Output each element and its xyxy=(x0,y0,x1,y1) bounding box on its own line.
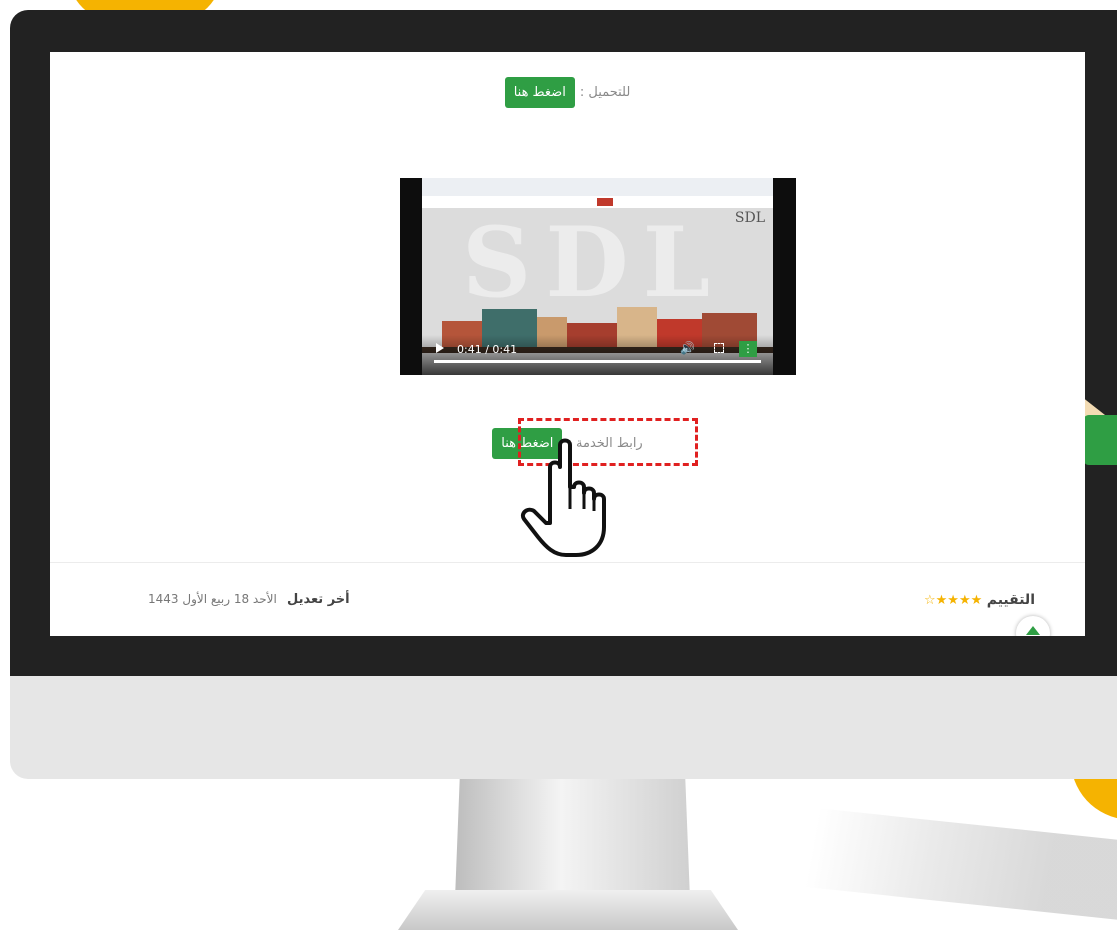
download-row: للتحميل : اضغط هنا xyxy=(50,77,1085,108)
video-watermark-letters: SDL xyxy=(462,206,725,319)
rating-section: التقييم ★★★★☆ xyxy=(924,592,1035,608)
sdl-logo: SDL xyxy=(735,210,765,226)
last-edit-section: أخر تعديل الأحد 18 ربيع الأول 1443 xyxy=(148,592,350,607)
rating-label: التقييم xyxy=(986,592,1035,608)
download-label: للتحميل : xyxy=(579,85,631,100)
floor-shadow xyxy=(740,800,1117,920)
video-browser-bar xyxy=(422,178,773,197)
play-icon[interactable] xyxy=(436,343,444,353)
browser-screen: للتحميل : اضغط هنا SDL SDL 0:41 / 0:41 🔊 xyxy=(50,52,1085,636)
last-edit-value: الأحد 18 ربيع الأول 1443 xyxy=(148,592,277,606)
last-edit-label: أخر تعديل xyxy=(286,592,350,607)
hand-pointer-icon xyxy=(521,438,606,557)
fullscreen-icon[interactable] xyxy=(714,343,724,353)
volume-icon[interactable]: 🔊 xyxy=(680,341,695,355)
download-button[interactable]: اضغط هنا xyxy=(504,77,575,108)
monitor-stand-base xyxy=(398,890,738,930)
video-time: 0:41 / 0:41 xyxy=(457,343,518,356)
video-frame: SDL SDL 0:41 / 0:41 🔊 ⋮ xyxy=(422,178,773,375)
arrow-up-icon xyxy=(1026,626,1040,635)
monitor-chin xyxy=(10,676,1117,779)
star-icon: ★★★★☆ xyxy=(924,593,983,608)
video-player[interactable]: SDL SDL 0:41 / 0:41 🔊 ⋮ xyxy=(400,178,796,375)
video-progress-bar[interactable] xyxy=(434,360,761,363)
content-divider xyxy=(50,562,1085,563)
video-nav-active-item xyxy=(597,198,613,206)
sdl-logo-text: SDL xyxy=(734,210,765,226)
video-controls: 0:41 / 0:41 🔊 ⋮ xyxy=(422,335,773,375)
scroll-to-top-button[interactable] xyxy=(1016,616,1050,636)
monitor-stand-neck xyxy=(455,779,690,899)
more-icon[interactable]: ⋮ xyxy=(739,341,757,357)
